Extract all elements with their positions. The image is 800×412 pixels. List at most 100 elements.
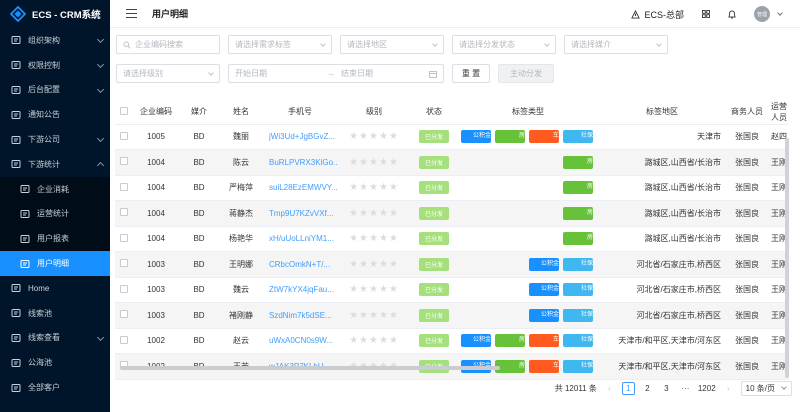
vertical-scrollbar[interactable]	[785, 138, 789, 378]
level-select[interactable]: 请选择级别	[116, 64, 220, 83]
biz-staff: 张国良	[735, 310, 759, 320]
status-badge: 已分发	[418, 232, 449, 246]
phone-link[interactable]: ZtW7kYX4jqFau...	[269, 285, 334, 294]
level-rating[interactable]: ★★★★★	[349, 182, 399, 193]
sidebar-item-6[interactable]: 企业消耗	[0, 176, 110, 202]
sidebar-item-10[interactable]: Home	[0, 276, 110, 301]
org-switcher[interactable]: ECS-总部	[631, 8, 684, 21]
level-rating[interactable]: ★★★★★	[349, 284, 399, 295]
level-rating[interactable]: ★★★★★	[349, 157, 399, 168]
sidebar-item-1[interactable]: 权限控制	[0, 53, 110, 78]
media-select[interactable]: 请选择媒介	[564, 35, 668, 54]
person-name: 王明娜	[229, 259, 253, 269]
sidebar-item-label: 企业消耗	[37, 184, 69, 194]
media-placeholder: 请选择媒介	[571, 40, 611, 49]
table-row[interactable]: 1003 BD 褚刚静 SzdNim7k5dSE... ★★★★★ 已分发 公积金 社保 河北省…	[115, 302, 789, 329]
table-row[interactable]: 1004 BD 蒋静杰 Tmp9U7KZvVXf... ★★★★★ 已分发 房 潞城区,山西省…	[115, 200, 789, 227]
table-row[interactable]: 1005 BD 魏丽 jWi3Ud+JgBGvZ... ★★★★★ 已分发 公积金房车社保 天…	[115, 124, 789, 150]
tag-region: 河北省/石家庄市,桥西区	[636, 259, 721, 269]
phone-link[interactable]: suiL28EzEMWVY...	[269, 183, 337, 192]
phone-link[interactable]: Tmp9U7KZvVXf...	[269, 209, 333, 218]
chevron-down-icon	[544, 41, 550, 47]
chevron-down-icon	[777, 10, 783, 16]
row-checkbox[interactable]	[120, 335, 128, 344]
logo-icon	[10, 6, 26, 22]
biz-staff: 张国良	[735, 208, 759, 218]
sidebar-item-3[interactable]: 通知公告	[0, 102, 110, 127]
tag-region: 河北省/石家庄市,桥西区	[636, 285, 721, 295]
prev-page-button[interactable]: ‹	[603, 382, 616, 395]
table-row[interactable]: 1003 BD 魏云 ZtW7kYX4jqFau... ★★★★★ 已分发 公积金 社保 河北省…	[115, 277, 789, 303]
sidebar-item-7[interactable]: 运营统计	[0, 201, 110, 227]
phone-link[interactable]: BuRLPVRX3KlGo...	[269, 158, 337, 167]
table-header-row: 企业编码 媒介 姓名 手机号 级别 状态 标签类型 标签地区 商务人员 运营人员	[115, 100, 789, 125]
phone-link[interactable]: uWxA0CN0s9W...	[269, 336, 333, 345]
sidebar-item-5[interactable]: 下游统计	[0, 152, 110, 177]
row-checkbox[interactable]	[120, 284, 128, 293]
apps-icon[interactable]	[702, 10, 710, 18]
table-row[interactable]: 1002 BD 赵云 uWxA0CN0s9W... ★★★★★ 已分发 公积金房车社保 天津市…	[115, 328, 789, 354]
chevron-down-icon	[656, 41, 662, 47]
region-select[interactable]: 请选择地区	[340, 35, 444, 54]
level-rating[interactable]: ★★★★★	[349, 233, 399, 244]
level-rating[interactable]: ★★★★★	[349, 335, 399, 346]
row-checkbox[interactable]	[120, 233, 128, 242]
row-checkbox[interactable]	[120, 310, 128, 319]
sidebar-item-13[interactable]: 公海池	[0, 350, 110, 375]
select-all-checkbox[interactable]	[120, 106, 128, 115]
table-row[interactable]: 1004 BD 陈云 BuRLPVRX3KlGo... ★★★★★ 已分发 房 潞城区,山西省…	[115, 149, 789, 176]
page-2-button[interactable]: 2	[641, 382, 654, 395]
person-name: 杨艳华	[229, 234, 253, 244]
sidebar-item-11[interactable]: 线索池	[0, 301, 110, 326]
phone-link[interactable]: CRbcOmkN+T/...	[269, 260, 330, 269]
phone-link[interactable]: xH/uUoLLniYM1...	[269, 234, 334, 243]
table-row[interactable]: 1003 BD 王明娜 CRbcOmkN+T/... ★★★★★ 已分发 公积金 社保 河北省/…	[115, 251, 789, 278]
enterprise-code: 1004	[147, 208, 165, 218]
total-count: 共 12011 条	[554, 383, 597, 393]
row-checkbox[interactable]	[120, 182, 128, 191]
sidebar-item-14[interactable]: 全部客户	[0, 375, 110, 400]
sidebar-item-12[interactable]: 线索查看	[0, 326, 110, 351]
table-row[interactable]: 1004 BD 杨艳华 xH/uUoLLniYM1... ★★★★★ 已分发 房 潞城区,山西…	[115, 226, 789, 252]
active-distribute-button[interactable]: 主动分发	[498, 64, 554, 83]
date-range-picker[interactable]: 开始日期 → 结束日期	[228, 64, 444, 83]
sidebar-item-0[interactable]: 组织架构	[0, 28, 110, 53]
page-last-button[interactable]: 1202	[698, 382, 716, 395]
page-size-select[interactable]: 10 条/页	[740, 380, 792, 396]
table-row[interactable]: 1004 BD 严梅萍 suiL28EzEMWVY... ★★★★★ 已分发 房 潞城区,山西…	[115, 175, 789, 201]
col-phone: 手机号	[263, 100, 337, 125]
tag-region: 天津市/和平区,天津市/河东区	[618, 361, 721, 371]
sidebar-item-2[interactable]: 后台配置	[0, 78, 110, 103]
row-checkbox[interactable]	[120, 208, 128, 217]
company-icon	[10, 134, 21, 145]
menu-fold-icon[interactable]	[126, 9, 137, 18]
sidebar-item-4[interactable]: 下游公司	[0, 127, 110, 152]
level-rating[interactable]: ★★★★★	[349, 208, 399, 219]
bell-icon[interactable]	[728, 9, 736, 19]
page-ellipsis[interactable]: ···	[679, 382, 692, 395]
user-menu[interactable]: 管理	[754, 6, 783, 22]
reset-button[interactable]: 重 置	[452, 64, 490, 83]
status-badge: 已分发	[418, 257, 449, 271]
horizontal-scrollbar[interactable]	[120, 366, 500, 370]
sidebar-item-9[interactable]: 用户明细	[0, 251, 110, 276]
biz-staff: 张国良	[735, 259, 759, 269]
enterprise-code-search-input[interactable]: 企业编码搜索	[116, 35, 220, 54]
page-1-button[interactable]: 1	[621, 381, 635, 395]
phone-link[interactable]: jWi3Ud+JgBGvZ...	[269, 132, 335, 141]
app-logo[interactable]: ECS - CRM系统	[0, 0, 110, 28]
level-rating[interactable]: ★★★★★	[349, 131, 399, 142]
demand-tag-select[interactable]: 请选择需求标签	[228, 35, 332, 54]
level-rating[interactable]: ★★★★★	[349, 310, 399, 321]
row-checkbox[interactable]	[120, 259, 128, 268]
next-page-button[interactable]: ›	[722, 382, 735, 395]
sidebar-item-8[interactable]: 用户报表	[0, 226, 110, 252]
status-badge: 已分发	[418, 155, 449, 169]
row-checkbox[interactable]	[120, 131, 128, 140]
page-3-button[interactable]: 3	[660, 382, 673, 395]
distribute-status-select[interactable]: 请选择分发状态	[452, 35, 556, 54]
level-rating[interactable]: ★★★★★	[349, 259, 399, 270]
phone-link[interactable]: SzdNim7k5dSE...	[269, 311, 332, 320]
enterprise-code: 1003	[147, 310, 165, 320]
row-checkbox[interactable]	[120, 157, 128, 166]
